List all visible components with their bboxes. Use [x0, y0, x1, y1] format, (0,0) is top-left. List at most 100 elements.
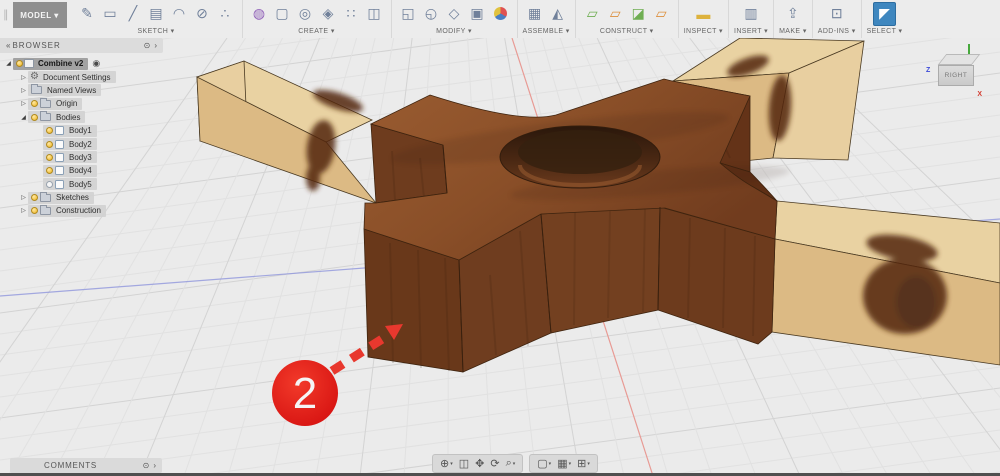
tree-item-chip[interactable]: Named Views [28, 84, 102, 97]
arc-icon[interactable]: ◠ [168, 2, 191, 26]
browser-options-icon[interactable]: ⊙ [142, 41, 153, 50]
project-icon[interactable]: ▤ [145, 2, 168, 26]
joint-body[interactable] [363, 78, 791, 373]
activate-component-icon[interactable]: ◉ [92, 58, 100, 69]
tree-item-sketches[interactable]: ▷ Sketches [0, 191, 170, 204]
appearance-icon[interactable] [489, 2, 512, 26]
toolbar-grip-icon[interactable]: ∥ [0, 0, 11, 21]
visibility-bulb-icon[interactable] [31, 113, 38, 121]
tree-item-body4[interactable]: Body4 [0, 164, 170, 177]
expand-arrow-icon[interactable]: ▷ [19, 100, 28, 107]
visibility-bulb-icon[interactable] [46, 167, 53, 175]
circle-icon[interactable]: ⊘ [191, 2, 214, 26]
toolbar-group-label[interactable]: ASSEMBLE ▾ [523, 27, 570, 37]
comments-bar[interactable]: COMMENTS ⊙ › [10, 458, 162, 473]
comments-options-icon[interactable]: ⊙ [141, 461, 152, 470]
browser-expand-icon[interactable]: › [152, 41, 159, 50]
scripts-addins-icon[interactable]: ⊡ [825, 2, 848, 26]
revolve-icon[interactable]: ◈ [317, 2, 340, 26]
create-sketch-icon[interactable]: ✎ [76, 2, 99, 26]
angled-plane-icon[interactable]: ▱ [604, 2, 627, 26]
offset-plane-icon[interactable]: ▱ [581, 2, 604, 26]
rectangle-icon[interactable]: ▭ [99, 2, 122, 26]
view-cube[interactable]: RIGHT Z X [926, 44, 990, 100]
browser-collapse-icon[interactable]: « [4, 41, 12, 50]
visibility-bulb-icon[interactable] [31, 207, 38, 215]
shell-icon[interactable]: ▣ [466, 2, 489, 26]
tree-item-body1[interactable]: Body1 [0, 124, 170, 137]
grid-and-snaps-icon[interactable]: ▦ ▾ [554, 457, 574, 470]
toolbar-group-label[interactable]: INSERT ▾ [734, 27, 768, 37]
collapse-arrow-icon[interactable]: ◢ [4, 60, 13, 67]
expand-arrow-icon[interactable]: ▷ [19, 194, 28, 201]
visibility-bulb-icon[interactable] [46, 127, 53, 135]
visibility-bulb-icon[interactable] [46, 153, 53, 161]
tree-item-chip[interactable]: Origin [28, 97, 83, 110]
tree-item-chip[interactable]: Sketches [28, 191, 94, 204]
constrained-orbit-icon[interactable]: ⟳ [487, 457, 502, 470]
construction-point-icon[interactable]: ▱ [650, 2, 673, 26]
joint-icon[interactable]: ◭ [546, 2, 569, 26]
beam-lower-right[interactable] [771, 200, 1000, 366]
tree-item-chip[interactable]: ⚙ Document Settings [28, 71, 116, 84]
tree-item-chip[interactable]: Bodies [28, 111, 86, 124]
visibility-bulb-icon[interactable] [16, 60, 23, 68]
toolbar-group-label[interactable]: MODIFY ▾ [436, 27, 472, 37]
visibility-bulb-icon[interactable] [31, 100, 38, 108]
toolbar-group-label[interactable]: SELECT ▾ [867, 27, 903, 37]
viewcube-front-face[interactable]: RIGHT [938, 65, 974, 86]
tree-item-combine-v2[interactable]: ◢ Combine v2 ◉ [0, 57, 170, 70]
display-settings-icon[interactable]: ▢ ▾ [534, 457, 554, 470]
expand-arrow-icon[interactable]: ▷ [19, 87, 28, 94]
tree-item-chip[interactable]: Body1 [43, 124, 97, 137]
construction-axis-icon[interactable]: ◪ [627, 2, 650, 26]
insert-image-icon[interactable]: ▥ [740, 2, 763, 26]
tree-item-chip[interactable]: Body4 [43, 164, 97, 177]
box-icon[interactable]: ▢ [271, 2, 294, 26]
press-pull-icon[interactable]: ◱ [397, 2, 420, 26]
toolbar-group-label[interactable]: MAKE ▾ [779, 27, 807, 37]
new-component-icon[interactable]: ▦ [523, 2, 546, 26]
toolbar-group-label[interactable]: CREATE ▾ [298, 27, 335, 37]
sketch-pattern-icon[interactable]: ∴ [214, 2, 237, 26]
toolbar-group-label[interactable]: SKETCH ▾ [137, 27, 174, 37]
toolbar-group-label[interactable]: CONSTRUCT ▾ [600, 27, 654, 37]
tree-item-body5[interactable]: Body5 [0, 178, 170, 191]
mirror-icon[interactable]: ◫ [363, 2, 386, 26]
tree-item-bodies[interactable]: ◢ Bodies [0, 111, 170, 124]
tree-item-named-views[interactable]: ▷ Named Views [0, 84, 170, 97]
tree-item-chip[interactable]: Body3 [43, 151, 97, 164]
chamfer-icon[interactable]: ◇ [443, 2, 466, 26]
visibility-bulb-icon[interactable] [46, 180, 53, 188]
tree-item-chip[interactable]: Combine v2 [13, 57, 89, 70]
comments-expand-icon[interactable]: › [151, 461, 158, 470]
fillet-icon[interactable]: ◵ [420, 2, 443, 26]
tree-item-chip[interactable]: Construction [28, 204, 106, 217]
expand-arrow-icon[interactable]: ▷ [19, 207, 28, 214]
visibility-bulb-icon[interactable] [46, 140, 53, 148]
orbit-icon[interactable]: ⊕ ▾ [437, 457, 456, 470]
look-at-icon[interactable]: ◫ [456, 457, 472, 470]
beam-upper-left[interactable] [195, 60, 378, 204]
zoom-icon[interactable]: ⌕ ▾ [503, 457, 519, 470]
tree-item-body3[interactable]: Body3 [0, 151, 170, 164]
tree-item-body2[interactable]: Body2 [0, 137, 170, 151]
expand-arrow-icon[interactable]: ▷ [19, 74, 28, 81]
tree-item-chip[interactable]: Body5 [43, 178, 97, 191]
create-form-icon[interactable]: ◍ [248, 2, 271, 26]
pan-icon[interactable]: ✥ [472, 457, 487, 470]
measure-icon[interactable]: ▬ [692, 2, 715, 26]
line-icon[interactable]: ╱ [122, 2, 145, 26]
tree-item-chip[interactable]: Body2 [43, 138, 97, 151]
select-tool-icon[interactable]: ◤ [872, 1, 896, 26]
tree-item-document-settings[interactable]: ▷ ⚙ Document Settings [0, 70, 170, 84]
tree-item-origin[interactable]: ▷ Origin [0, 97, 170, 110]
model-menu-button[interactable]: MODEL ▾ [12, 2, 67, 28]
pattern-icon[interactable]: ∷ [340, 2, 363, 26]
tree-item-construction[interactable]: ▷ Construction [0, 204, 170, 217]
viewport-3d[interactable]: 2 RIGHT Z X « BROWSER ⊙ › ◢ Combine v2 ◉ ▷ ⚙… [0, 38, 1000, 476]
visibility-bulb-icon[interactable] [31, 194, 38, 202]
browser-header[interactable]: « BROWSER ⊙ › [0, 38, 163, 53]
3d-print-icon[interactable]: ⇪ [781, 2, 804, 26]
toolbar-group-label[interactable]: ADD-INS ▾ [818, 27, 856, 37]
